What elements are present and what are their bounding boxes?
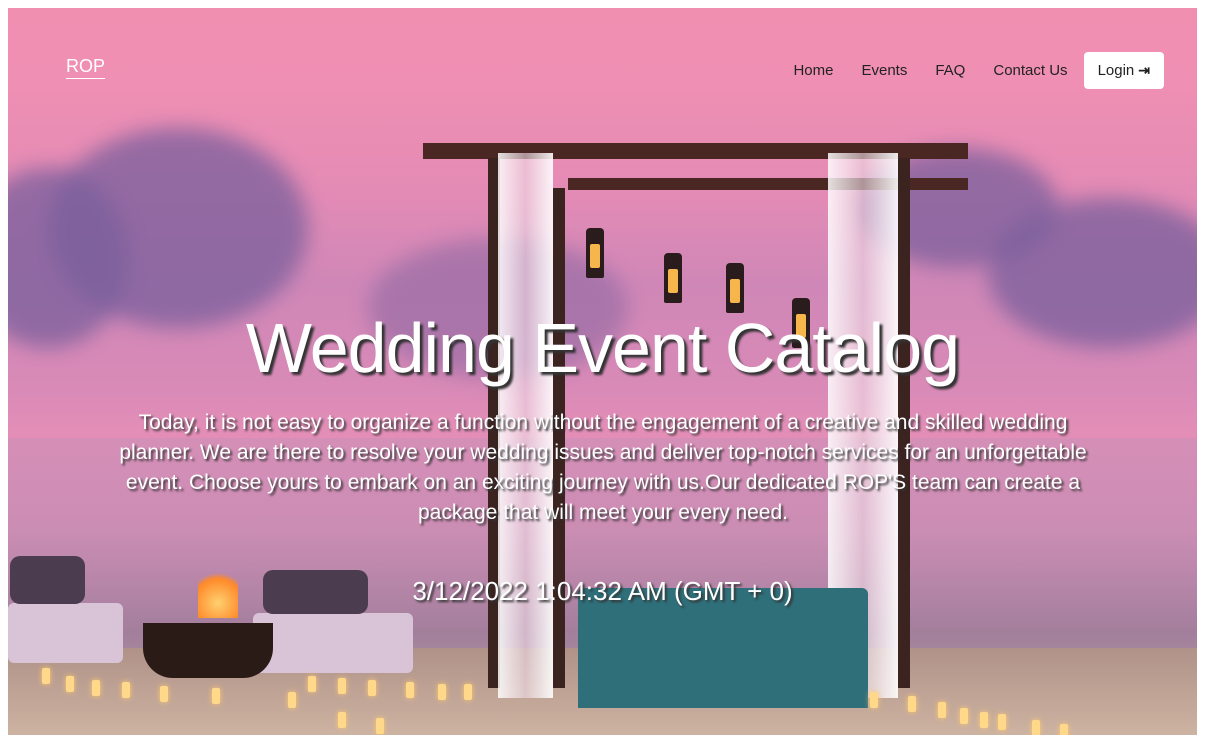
brand-logo[interactable]: ROP	[66, 56, 105, 77]
nav-link-events[interactable]: Events	[861, 62, 907, 79]
login-button[interactable]: Login ⇥	[1083, 52, 1164, 89]
sofa	[253, 613, 413, 673]
candle	[42, 668, 50, 684]
sofa	[8, 603, 123, 663]
sign-in-icon: ⇥	[1138, 62, 1150, 78]
lantern	[664, 253, 682, 303]
candle	[66, 676, 74, 692]
navbar: ROP Home Events FAQ Contact Us Login ⇥	[8, 8, 1197, 118]
fire-pit	[143, 623, 273, 678]
candle	[308, 676, 316, 692]
candle	[438, 684, 446, 700]
nav-link-faq[interactable]: FAQ	[935, 62, 965, 79]
candle	[212, 688, 220, 704]
candle	[908, 696, 916, 712]
candle	[122, 682, 130, 698]
lantern	[726, 263, 744, 313]
hero-description: Today, it is not easy to organize a func…	[119, 411, 1087, 524]
hero-background: ROP Home Events FAQ Contact Us Login ⇥ W…	[8, 8, 1197, 735]
nav-link-contact-us[interactable]: Contact Us	[993, 62, 1067, 79]
datetime-display: 3/12/2022 1:04:32 AM (GMT + 0)	[412, 576, 793, 606]
candle	[376, 718, 384, 734]
candle	[980, 712, 988, 728]
candle	[406, 682, 414, 698]
candle	[998, 714, 1006, 730]
candle	[160, 686, 168, 702]
candle	[464, 684, 472, 700]
candle	[1032, 720, 1040, 735]
nav-link-home[interactable]: Home	[793, 62, 833, 79]
lantern	[586, 228, 604, 278]
candle	[960, 708, 968, 724]
candle	[870, 692, 878, 708]
candle	[288, 692, 296, 708]
login-label: Login	[1097, 62, 1135, 79]
page-title: Wedding Event Catalog	[245, 309, 960, 387]
candle	[92, 680, 100, 696]
candle	[1060, 724, 1068, 735]
candle	[368, 680, 376, 696]
candle	[338, 678, 346, 694]
candle	[938, 702, 946, 718]
nav-menu: Home Events FAQ Contact Us Login ⇥	[765, 52, 1164, 89]
candle	[338, 712, 346, 728]
